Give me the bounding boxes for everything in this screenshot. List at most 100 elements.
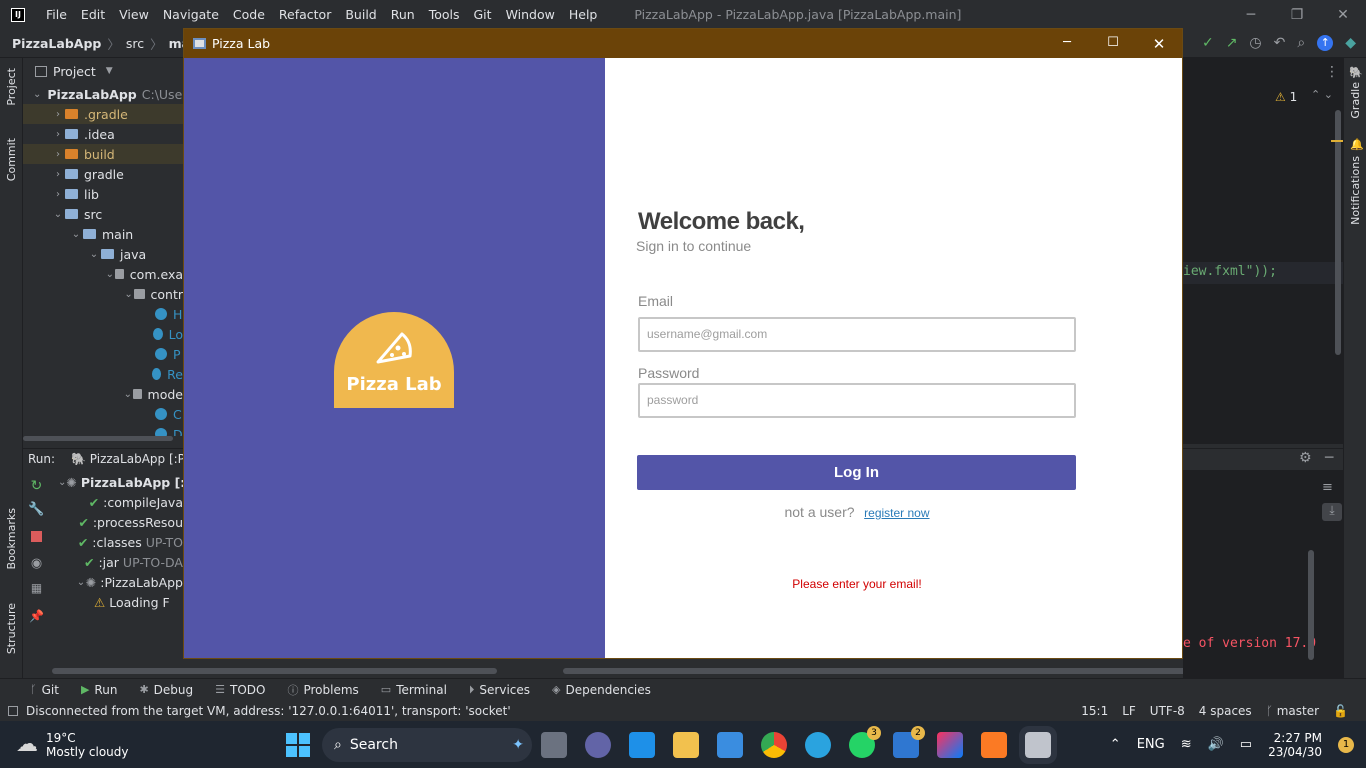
notifications-tool-button[interactable]: Notifications (1349, 156, 1362, 228)
breadcrumb-src[interactable]: src (126, 36, 144, 51)
tree-item[interactable]: › build (23, 144, 183, 164)
password-field[interactable]: password (638, 383, 1076, 418)
telegram-icon[interactable] (805, 731, 831, 758)
chrome-icon[interactable] (761, 731, 787, 758)
language-indicator[interactable]: ENG (1137, 737, 1165, 752)
whatsapp-icon[interactable]: 3 (849, 725, 881, 758)
tree-item[interactable]: ⌄ main (23, 224, 183, 244)
register-link[interactable]: register now (864, 506, 929, 520)
tree-item[interactable]: C (23, 404, 183, 424)
tree-item[interactable]: › .idea (23, 124, 183, 144)
chevron-down-icon[interactable]: ⌄ (69, 229, 83, 240)
menu-edit[interactable]: Edit (74, 7, 112, 22)
notification-badge[interactable]: 1 (1338, 736, 1354, 753)
tab-services[interactable]: ⏵ Services (469, 683, 530, 697)
chevron-down-icon[interactable]: ⌄ (123, 389, 133, 400)
file-encoding[interactable]: UTF-8 (1150, 704, 1185, 718)
run-tree-item[interactable]: ✔:processResou (54, 512, 183, 532)
tree-item[interactable]: ⌄ java (23, 244, 183, 264)
bookmarks-tool-button[interactable]: Bookmarks (5, 508, 18, 572)
chevron-right-icon[interactable]: › (51, 149, 65, 160)
project-panel-header[interactable]: Project ▼ (23, 58, 183, 84)
chevron-down-icon[interactable]: ⌄ (87, 249, 101, 260)
warning-indicator[interactable]: ⚠ 1 (1275, 90, 1297, 104)
commit-check-icon[interactable]: ✓ (1202, 35, 1214, 51)
menu-help[interactable]: Help (562, 7, 605, 22)
line-separator[interactable]: LF (1122, 704, 1136, 718)
push-arrow-icon[interactable]: ↗ (1226, 35, 1238, 51)
menu-tools[interactable]: Tools (422, 7, 467, 22)
soft-wrap-icon[interactable]: ≡ (1322, 480, 1333, 495)
dialog-maximize-button[interactable]: ☐ (1090, 35, 1136, 53)
scroll-to-end-icon[interactable]: ⤓ (1322, 503, 1342, 521)
tree-item[interactable]: ⌄ contr (23, 284, 183, 304)
teams-chat-icon[interactable] (585, 731, 611, 758)
editor-scrollbar[interactable] (1335, 110, 1341, 355)
wrench-icon[interactable]: 🔧 (23, 502, 50, 517)
chevron-down-icon[interactable]: ⌄ (33, 89, 41, 100)
git-branch[interactable]: ᚴ master (1266, 704, 1319, 718)
menu-build[interactable]: Build (338, 7, 383, 22)
lock-icon[interactable]: 🔓 (1333, 704, 1348, 718)
update-icon[interactable]: ↑ (1317, 35, 1334, 51)
cursor-position[interactable]: 15:1 (1081, 704, 1108, 718)
chevron-right-icon[interactable]: › (51, 109, 65, 120)
tree-item[interactable]: ⌄ mode (23, 384, 183, 404)
file-explorer-icon[interactable] (673, 731, 699, 758)
close-button[interactable]: ✕ (1320, 7, 1366, 23)
dialog-close-button[interactable]: ✕ (1136, 35, 1182, 53)
more-options-icon[interactable]: ⋮ (1325, 64, 1339, 80)
clock[interactable]: 2:27 PM 23/04/30 (1268, 731, 1322, 759)
menu-file[interactable]: File (39, 7, 74, 22)
restore-button[interactable]: ❐ (1274, 7, 1320, 23)
tab-terminal[interactable]: ▭ Terminal (381, 683, 447, 697)
console-vscroll[interactable] (1308, 550, 1314, 660)
chevron-down-icon[interactable]: ⌄ (58, 477, 66, 488)
console-output[interactable]: e of version 17.0 (1183, 470, 1343, 678)
run-scrollbar[interactable] (52, 668, 497, 674)
mail-icon[interactable] (629, 731, 655, 758)
structure-tool-button[interactable]: Structure (5, 603, 18, 657)
menu-run[interactable]: Run (384, 7, 422, 22)
rollback-icon[interactable]: ↶ (1274, 35, 1286, 51)
dialog-minimize-button[interactable]: ─ (1044, 35, 1090, 53)
rerun-icon[interactable]: ↻ (23, 478, 50, 494)
tab-dependencies[interactable]: ◈ Dependencies (552, 683, 651, 697)
taskbar-search[interactable]: ⌕ Search ✦ (322, 727, 532, 762)
gradle-tool-button[interactable]: Gradle (1349, 82, 1362, 122)
hide-panel-icon[interactable]: ─ (1325, 450, 1333, 466)
chevron-down-icon[interactable]: ⌄ (76, 577, 86, 588)
status-panel-icon[interactable] (8, 705, 18, 716)
tree-item[interactable]: › lib (23, 184, 183, 204)
run-tree-item[interactable]: ✔:jar UP-TO-DA (54, 552, 183, 572)
menu-code[interactable]: Code (226, 7, 272, 22)
ms-store-icon[interactable] (717, 731, 743, 758)
console-scrollbar[interactable] (563, 668, 1276, 674)
status-message[interactable]: Disconnected from the target VM, address… (26, 704, 511, 718)
warning-stripe-marker[interactable] (1331, 140, 1343, 142)
tab-debug[interactable]: ✱ Debug (139, 683, 193, 697)
tree-item[interactable]: › gradle (23, 164, 183, 184)
store-app-icon[interactable]: 2 (893, 725, 925, 758)
menu-view[interactable]: View (112, 7, 156, 22)
volume-icon[interactable]: 🔊 (1208, 737, 1224, 752)
run-tree-item[interactable]: ✔:classes UP-TO (54, 532, 183, 552)
run-tree-item[interactable]: ⌄✺PizzaLabApp [:Pi (54, 472, 183, 492)
tree-item[interactable]: ⌄ PizzaLabApp C:\Users (23, 84, 194, 104)
prev-next-highlight[interactable]: ⌃ ⌄ (1311, 88, 1333, 101)
tab-problems[interactable]: ⓘ Problems (287, 682, 358, 698)
menu-window[interactable]: Window (499, 7, 562, 22)
xampp-icon[interactable] (981, 731, 1007, 758)
weather-widget[interactable]: ☁ 19°C Mostly cloudy (16, 731, 286, 759)
tree-item[interactable]: P (23, 344, 183, 364)
plugins-icon[interactable]: ◆ (1345, 35, 1356, 51)
chevron-down-icon[interactable]: ⌄ (105, 269, 115, 280)
battery-icon[interactable]: ▭ (1240, 737, 1252, 752)
start-button[interactable] (286, 732, 310, 757)
tray-chevron-icon[interactable]: ⌃ (1110, 737, 1121, 752)
tree-item[interactable]: Re (23, 364, 183, 384)
menu-git[interactable]: Git (467, 7, 499, 22)
gear-icon[interactable]: ⚙ (1299, 450, 1312, 466)
project-tool-button[interactable]: Project (5, 68, 18, 109)
tree-item[interactable]: ⌄ src (23, 204, 183, 224)
